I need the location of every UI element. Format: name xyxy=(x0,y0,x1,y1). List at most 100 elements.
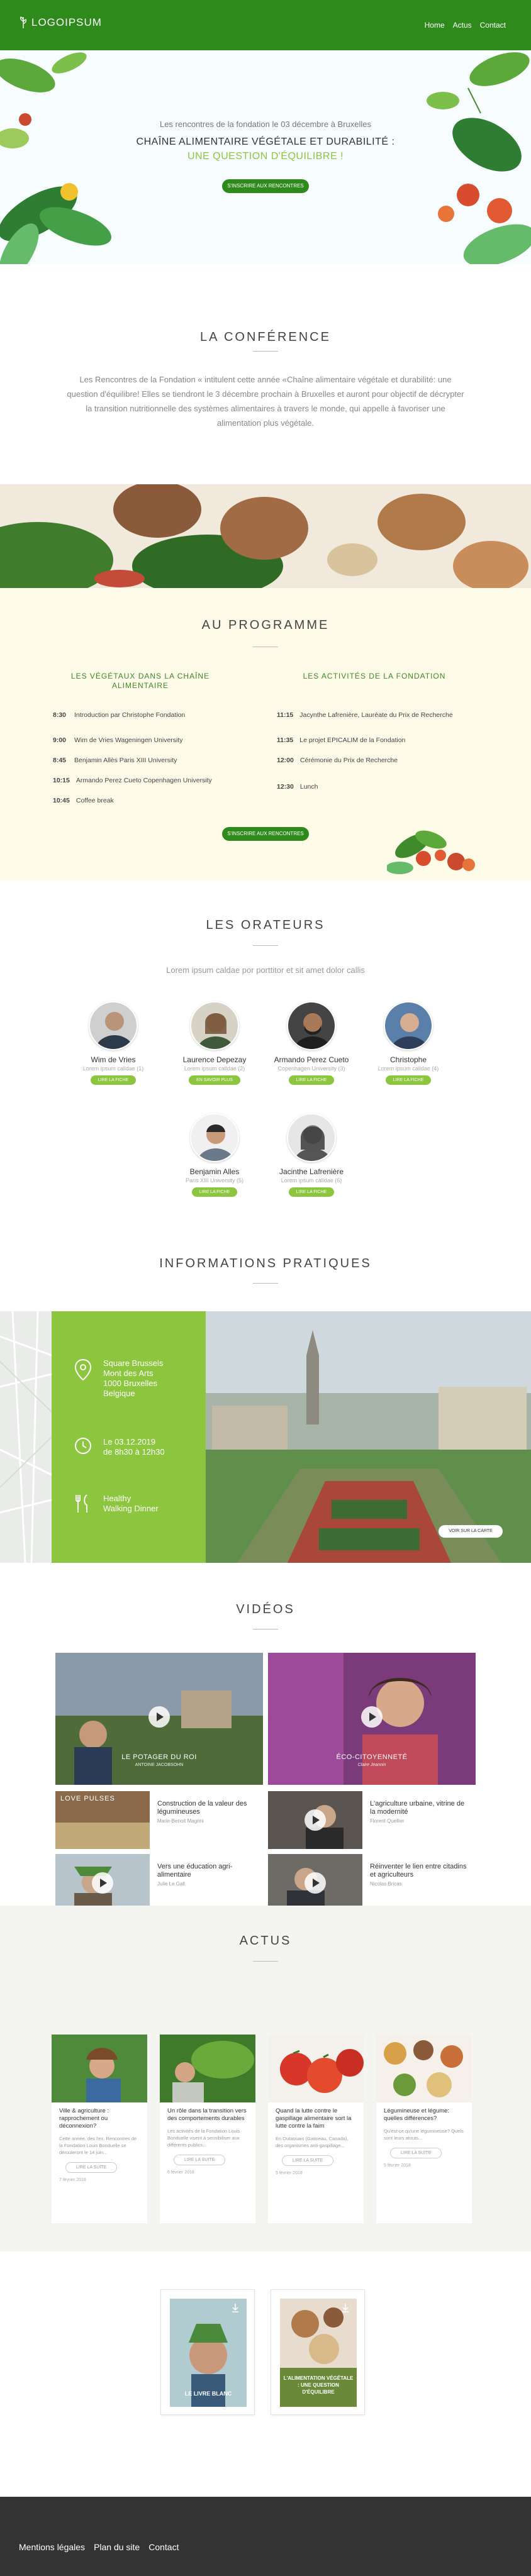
video-item[interactable]: Vers une éducation agri-alimentaire Julie… xyxy=(157,1863,258,1887)
video-thumbnail[interactable]: LOVE PULSES xyxy=(55,1791,150,1849)
nav-actus[interactable]: Actus xyxy=(453,21,472,30)
play-icon[interactable] xyxy=(361,1706,383,1728)
news-card[interactable]: Ville & agriculture : rapprochement ou d… xyxy=(52,2035,147,2223)
read-more-button[interactable]: LIRE LA SUITE xyxy=(282,2155,334,2166)
nav-contact[interactable]: Contact xyxy=(480,21,506,30)
infos-title: INFORMATIONS PRATIQUES xyxy=(159,1257,372,1270)
food-photo xyxy=(0,484,531,588)
date-line: de 8h30 à 12h30 xyxy=(103,1447,165,1457)
hero-tagline: Les rencontres de la fondation le 03 déc… xyxy=(159,119,372,129)
speaker-affiliation: Lorem ipsum calldae (1) xyxy=(82,1065,144,1072)
video-title: LE POTAGER DU ROI xyxy=(121,1753,197,1761)
news-image xyxy=(376,2035,472,2102)
book-card[interactable]: LE LIVRE BLANC xyxy=(160,2289,255,2415)
video-thumbnail[interactable] xyxy=(268,1791,362,1849)
video-item-title: Réinventer le lien entre citadins et agr… xyxy=(370,1863,467,1879)
vegetable-illustration xyxy=(387,830,475,874)
avatar xyxy=(190,1113,239,1162)
programme-item: 8:30 Introduction par Christophe Fondatio… xyxy=(53,711,186,719)
play-icon[interactable] xyxy=(148,1706,170,1728)
divider xyxy=(253,1961,278,1962)
video-thumbnail[interactable] xyxy=(55,1854,150,1912)
news-title: Un rôle dans la transition vers des comp… xyxy=(167,2107,247,2122)
video-subtitle: ANTOINE JACOBSOHN xyxy=(135,1763,184,1767)
video-subtitle: Claire Jeannin xyxy=(357,1763,386,1767)
speaker-card: Christophe Lorem ipsum calldae (4) LIRE … xyxy=(361,1001,456,1085)
news-excerpt: Qu'est-ce qu'une légumineuse? Quels sont… xyxy=(384,2128,464,2141)
location-pin-icon xyxy=(74,1358,92,1381)
speaker-name: Armando Perez Cueto xyxy=(274,1055,349,1064)
speaker-button[interactable]: LIRE LA FICHE xyxy=(90,1075,137,1085)
news-date: 5 février 2018 xyxy=(276,2171,303,2175)
cutlery-icon xyxy=(75,1494,87,1513)
speaker-button[interactable]: EN SAVOIR PLUS xyxy=(189,1075,240,1085)
news-card[interactable]: Légumineuse et légume: quelles différenc… xyxy=(376,2035,472,2223)
address-info: Square Brussels Mont des Arts 1000 Bruxe… xyxy=(74,1358,163,1399)
actus-title: ACTUS xyxy=(239,1934,292,1948)
speaker-affiliation: Lorem ipsum calldae (6) xyxy=(281,1177,342,1184)
video-title: ÉCO-CITOYENNETÉ xyxy=(336,1753,408,1761)
footer-link-legal[interactable]: Mentions légales xyxy=(19,2542,85,2552)
speaker-button[interactable]: LIRE LA FICHE xyxy=(191,1187,238,1197)
video-item[interactable]: L'agriculture urbaine, vitrine de la mod… xyxy=(370,1800,471,1824)
programme-item: 9:00 Wim de Vries Wageningen University xyxy=(53,736,183,744)
speaker-affiliation: Copenhagen University (3) xyxy=(277,1065,345,1072)
programme-right-title: LES ACTIVITÉS DE LA FONDATION xyxy=(303,672,446,680)
play-icon[interactable] xyxy=(92,1872,113,1894)
video-player[interactable]: LE POTAGER DU ROI ANTOINE JACOBSOHN xyxy=(55,1653,263,1785)
play-icon[interactable] xyxy=(305,1872,326,1894)
video-item[interactable]: Construction de la valeur des légumineus… xyxy=(157,1800,258,1824)
video-player[interactable]: ÉCO-CITOYENNETÉ Claire Jeannin xyxy=(268,1653,476,1785)
news-card[interactable]: Quand la lutte contre le gaspillage alim… xyxy=(268,2035,364,2223)
conference-title: LA CONFÉRENCE xyxy=(200,330,331,344)
logo-text: LOGOIPSUM xyxy=(31,16,102,28)
divider xyxy=(253,1283,278,1284)
speakers-title: LES ORATEURS xyxy=(206,918,325,932)
news-date: 6 février 2018 xyxy=(167,2170,194,2175)
news-card[interactable]: Un rôle dans la transition vers des comp… xyxy=(160,2035,255,2223)
map[interactable] xyxy=(0,1311,52,1563)
news-image xyxy=(52,2035,147,2102)
read-more-button[interactable]: LIRE LA SUITE xyxy=(174,2155,226,2165)
play-icon[interactable] xyxy=(305,1809,326,1831)
speaker-name: Laurence Depezay xyxy=(182,1055,247,1064)
meal-line: Healthy xyxy=(103,1494,131,1503)
news-image xyxy=(160,2035,255,2102)
nav-home[interactable]: Home xyxy=(425,21,445,30)
address-line: 1000 Bruxelles xyxy=(103,1379,157,1388)
map-button[interactable]: VOIR SUR LA CARTE xyxy=(439,1525,503,1538)
video-item-title: Vers une éducation agri-alimentaire xyxy=(157,1863,233,1879)
read-more-button[interactable]: LIRE LA SUITE xyxy=(65,2162,118,2173)
address-line: Square Brussels xyxy=(103,1358,164,1368)
date-info: Le 03.12.2019 de 8h30 à 12h30 xyxy=(74,1437,165,1457)
video-item[interactable]: Réinventer le lien entre citadins et agr… xyxy=(370,1863,471,1887)
programme-item: 11:35 Le projet EPICALIM de la Fondation xyxy=(277,736,406,744)
footer-link-contact[interactable]: Contact xyxy=(148,2542,179,2552)
logo[interactable]: LOGOIPSUM xyxy=(19,16,102,29)
speaker-card: Benjamin Alles Paris XIII University (5)… xyxy=(167,1113,262,1197)
book-card[interactable]: L'ALIMENTATION VÉGÉTALE : UNE QUESTION D… xyxy=(271,2289,365,2415)
speaker-button[interactable]: LIRE LA FICHE xyxy=(288,1187,335,1197)
news-title: Légumineuse et légume: quelles différenc… xyxy=(384,2107,450,2122)
read-more-button[interactable]: LIRE LA SUITE xyxy=(390,2148,442,2158)
news-title: Quand la lutte contre le gaspillage alim… xyxy=(276,2107,352,2129)
site-header: LOGOIPSUM Home Actus Contact xyxy=(0,0,531,50)
video-thumbnail[interactable] xyxy=(268,1854,362,1912)
speaker-button[interactable]: LIRE LA FICHE xyxy=(288,1075,335,1085)
speaker-button[interactable]: LIRE LA FICHE xyxy=(385,1075,432,1085)
programme-item: 11:15 Jacynthe Lafrenière, Lauréate du Pr… xyxy=(277,711,453,719)
programme-left-title: LES VÉGÉTAUX DANS LA CHAÎNE ALIMENTAIRE xyxy=(70,672,210,690)
speaker-name: Benjamin Alles xyxy=(189,1167,240,1176)
videos-title: VIDÉOS xyxy=(236,1602,295,1616)
avatar xyxy=(287,1001,336,1050)
video-item-author: Florent Quellier xyxy=(370,1818,405,1824)
video-item-author: Marie-Benoit Magrini xyxy=(157,1818,204,1824)
speaker-affiliation: Lorem ipsum calldae (4) xyxy=(377,1065,439,1072)
news-excerpt: Les activités de la Fondation Louis Bond… xyxy=(167,2128,240,2148)
register-button[interactable]: S'INSCRIRE AUX RENCONTRES xyxy=(222,827,309,841)
programme-item: 12:00 Cérémonie du Prix de Recherche xyxy=(277,757,398,764)
main-nav: Home Actus Contact xyxy=(425,21,506,30)
footer-link-sitemap[interactable]: Plan du site xyxy=(94,2542,140,2552)
programme-item: 12:30 Lunch xyxy=(277,783,318,791)
register-button[interactable]: S'INSCRIRE AUX RENCONTRES xyxy=(222,179,309,193)
